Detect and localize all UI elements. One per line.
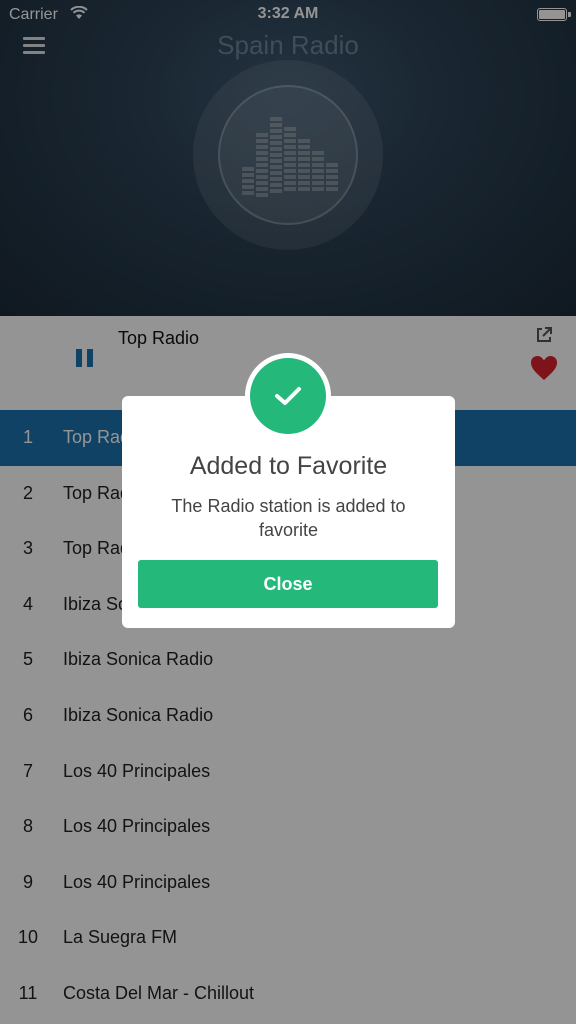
success-badge <box>245 353 331 439</box>
close-button[interactable]: Close <box>138 560 438 608</box>
dialog-title: Added to Favorite <box>189 452 388 480</box>
favorite-dialog: Added to Favorite The Radio station is a… <box>122 353 455 628</box>
checkmark-icon <box>275 387 301 405</box>
dialog-message: The Radio station is added to favorite <box>171 496 406 540</box>
